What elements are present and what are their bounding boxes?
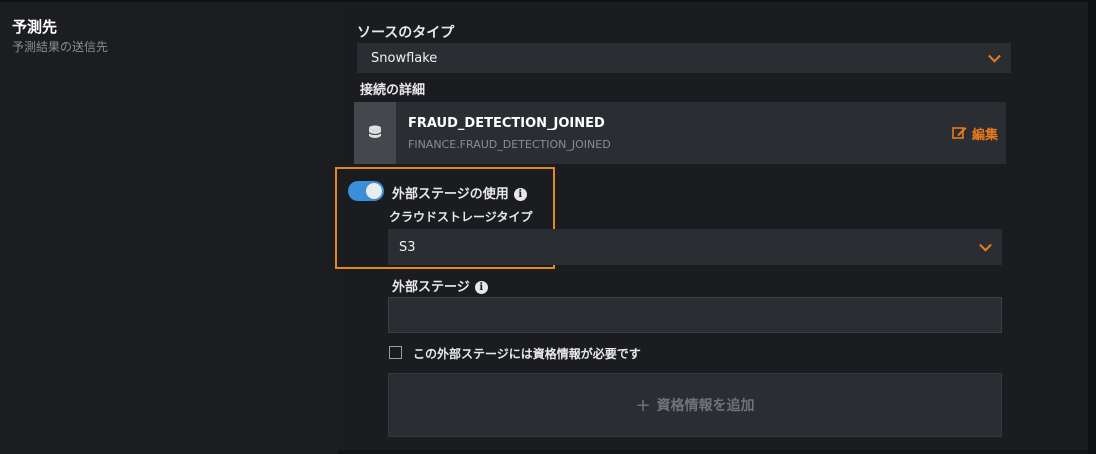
section-title: 予測先 bbox=[12, 18, 58, 36]
external-stage-toggle-label: 外部ステージの使用 i bbox=[392, 183, 527, 202]
external-stage-input[interactable] bbox=[388, 297, 1002, 333]
external-stage-toggle[interactable] bbox=[348, 181, 384, 201]
external-stage-label: 外部ステージ bbox=[392, 280, 470, 295]
scrollbar-track[interactable] bbox=[1088, 0, 1096, 454]
cloud-storage-value: S3 bbox=[399, 239, 416, 255]
external-stage-label-wrap: 外部ステージ i bbox=[392, 276, 488, 295]
add-credentials-label: 資格情報を追加 bbox=[656, 398, 755, 414]
chevron-down-icon bbox=[979, 238, 992, 252]
connection-name: FRAUD_DETECTION_JOINED bbox=[408, 116, 605, 131]
toggle-label-text: 外部ステージの使用 bbox=[392, 187, 509, 202]
bottom-divider bbox=[338, 450, 1088, 454]
section-subtitle: 予測結果の送信先 bbox=[12, 40, 109, 54]
chevron-down-icon bbox=[988, 49, 1001, 63]
plus-icon: + bbox=[635, 394, 651, 416]
edit-icon bbox=[952, 125, 967, 143]
cloud-storage-label: クラウドストレージタイプ bbox=[389, 210, 533, 224]
connection-path: FINANCE.FRAUD_DETECTION_JOINED bbox=[408, 138, 611, 151]
add-credentials-button[interactable]: + 資格情報を追加 bbox=[388, 373, 1002, 437]
info-icon[interactable]: i bbox=[513, 188, 527, 201]
credentials-checkbox[interactable] bbox=[389, 346, 402, 359]
top-divider bbox=[0, 0, 1088, 2]
edit-button[interactable]: 編集 bbox=[952, 124, 998, 143]
connection-details-label: 接続の詳細 bbox=[360, 83, 426, 98]
edit-label: 編集 bbox=[971, 128, 998, 143]
source-type-select[interactable]: Snowflake bbox=[357, 43, 1011, 73]
database-icon bbox=[354, 102, 396, 164]
source-type-label: ソースのタイプ bbox=[357, 25, 455, 41]
source-type-value: Snowflake bbox=[371, 50, 438, 66]
connection-card: FRAUD_DETECTION_JOINED FINANCE.FRAUD_DET… bbox=[354, 102, 1006, 164]
info-icon[interactable]: i bbox=[474, 281, 488, 294]
toggle-knob bbox=[366, 183, 382, 199]
cloud-storage-select[interactable]: S3 bbox=[388, 229, 1002, 265]
left-panel bbox=[0, 0, 338, 454]
credentials-checkbox-label: この外部ステージには資格情報が必要です bbox=[413, 347, 641, 361]
